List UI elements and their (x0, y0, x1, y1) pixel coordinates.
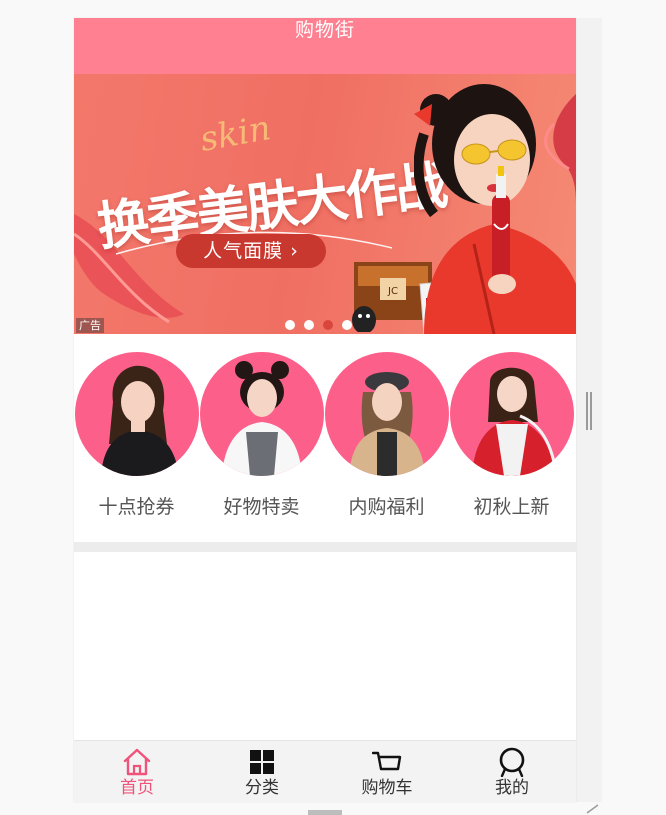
category-label: 初秋上新 (473, 496, 550, 518)
model-black-sweater-icon (100, 365, 179, 476)
tab-category[interactable]: 分类 (212, 747, 312, 799)
bottom-tab-bar: 首页 分类 购物车 我的 (74, 740, 576, 802)
tab-label: 首页 (120, 778, 154, 798)
tab-profile[interactable]: 我的 (462, 747, 562, 799)
tab-label: 分类 (245, 778, 279, 798)
tab-label: 购物车 (361, 778, 413, 798)
resize-handle-icon[interactable] (585, 804, 599, 814)
profile-icon (499, 747, 525, 777)
carousel-dot[interactable] (342, 320, 352, 330)
promo-banner[interactable]: skin 换季美肤大作战 人气面膜 › JC SK (74, 74, 576, 334)
category-item[interactable]: 初秋上新 (449, 352, 574, 519)
category-label: 十点抢券 (98, 496, 175, 518)
banner-script-text: skin (197, 108, 274, 160)
banner-cta-button[interactable]: 人气面膜 › (176, 234, 326, 268)
home-icon (123, 748, 151, 776)
grid-icon (250, 750, 274, 774)
carousel-dot-active[interactable] (323, 320, 333, 330)
carousel-dot[interactable] (304, 320, 314, 330)
category-image[interactable] (199, 352, 324, 476)
app-viewport: 购物街 skin 换季美肤大作战 人气面膜 › JC 广告 十点抢券 好物特卖 … (74, 18, 576, 802)
svg-text:JC: JC (387, 286, 398, 297)
banner-model-illustration (414, 84, 576, 334)
category-label: 内购福利 (348, 496, 425, 518)
category-label: 好物特卖 (223, 496, 300, 518)
ad-tag: 广告 (76, 318, 104, 333)
carousel-dots (285, 320, 352, 330)
page-title: 购物街 (294, 19, 355, 41)
tab-label: 我的 (495, 778, 529, 798)
section-divider (74, 542, 576, 552)
category-item[interactable]: 内购福利 (324, 352, 449, 519)
category-item[interactable]: 好物特卖 (199, 352, 324, 519)
app-header: 购物街 (74, 18, 576, 74)
category-image[interactable] (449, 352, 574, 476)
tab-home[interactable]: 首页 (87, 747, 187, 799)
scroll-grip[interactable] (586, 392, 592, 430)
model-beret-coat-icon (348, 372, 425, 476)
cart-icon (372, 751, 402, 771)
category-image[interactable] (74, 352, 199, 476)
carousel-dot[interactable] (285, 320, 295, 330)
model-buns-white-shirt-icon (221, 361, 302, 476)
horizontal-scroll-thumb[interactable] (308, 810, 342, 815)
category-item[interactable]: 十点抢券 (74, 352, 199, 519)
model-red-jacket-icon (471, 367, 555, 476)
category-image[interactable] (324, 352, 449, 476)
tab-cart[interactable]: 购物车 (337, 747, 437, 799)
category-row: 十点抢券 好物特卖 内购福利 初秋上新 (74, 334, 576, 542)
